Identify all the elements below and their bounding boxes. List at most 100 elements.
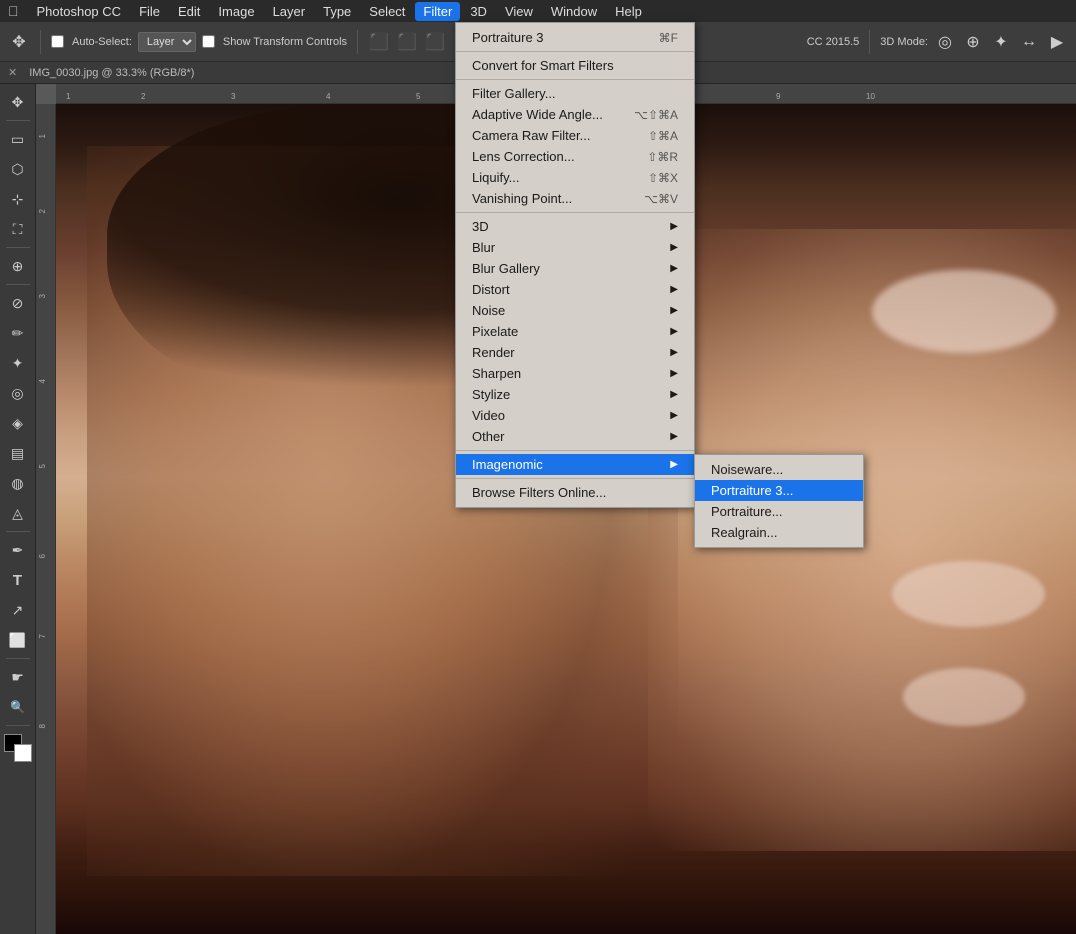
menu-item-convert-smart[interactable]: Convert for Smart Filters [456,55,694,76]
3d-icon-2[interactable]: ⊕ [962,31,984,53]
zoom-tool-btn[interactable]: 🔍 [4,693,32,721]
menu-item-lens-correction[interactable]: Lens Correction... ⇧⌘R [456,146,694,167]
clone-tool-btn[interactable]: ✦ [4,349,32,377]
path-select-tool-btn[interactable]: ↗ [4,596,32,624]
menu-item-distort[interactable]: Distort ▶ [456,279,694,300]
history-tool-btn[interactable]: ◎ [4,379,32,407]
menu-item-vanishing-point[interactable]: Vanishing Point... ⌥⌘V [456,188,694,209]
toolbar-separator-1 [40,30,41,54]
menu-item-blur[interactable]: Blur ▶ [456,237,694,258]
menu-item-adaptive-wide[interactable]: Adaptive Wide Angle... ⌥⇧⌘A [456,104,694,125]
menu-item-liquify[interactable]: Liquify... ⇧⌘X [456,167,694,188]
toolbar-separator-3 [869,30,870,54]
filter-menu: Portraiture 3 ⌘F Convert for Smart Filte… [455,22,695,508]
toolbar-separator-2 [357,30,358,54]
pen-tool-btn[interactable]: ✒ [4,536,32,564]
menu-item-video[interactable]: Video ▶ [456,405,694,426]
3d-icon-1[interactable]: ◎ [934,31,956,53]
menu-label-browse-filters: Browse Filters Online... [472,485,678,500]
tool-separator-2 [6,247,30,248]
auto-select-checkbox[interactable] [51,35,64,48]
eyedropper-tool-btn[interactable]: ⊕ [4,252,32,280]
menu-label-lens-correction: Lens Correction... [472,149,631,164]
menu-item-other[interactable]: Other ▶ [456,426,694,447]
menu-image[interactable]: Image [210,2,262,21]
marquee-tool-btn[interactable]: ▭ [4,125,32,153]
menu-item-render[interactable]: Render ▶ [456,342,694,363]
submenu-label-portraiture3: Portraiture 3... [711,483,793,498]
menu-label-pixelate: Pixelate [472,324,670,339]
3d-icon-5[interactable]: ▶ [1046,31,1068,53]
tab-document[interactable]: IMG_0030.jpg @ 33.3% (RGB/8*) [21,65,202,81]
submenu-label-realgrain: Realgrain... [711,525,777,540]
menu-item-imagenomic[interactable]: Imagenomic ▶ [456,454,694,475]
tool-separator-6 [6,725,30,726]
menu-file[interactable]: File [131,2,168,21]
menu-item-browse-filters[interactable]: Browse Filters Online... [456,482,694,503]
submenu-arrow-blur-gallery: ▶ [670,263,678,274]
submenu-arrow-stylize: ▶ [670,389,678,400]
menu-label-distort: Distort [472,282,670,297]
color-swatch[interactable] [4,734,32,762]
submenu-item-noiseware[interactable]: Noiseware... [695,459,863,480]
menu-item-blur-gallery[interactable]: Blur Gallery ▶ [456,258,694,279]
menu-photoshop[interactable]: Photoshop CC [29,2,130,21]
move-tool-btn[interactable]: ✥ [4,88,32,116]
menu-item-portraiture3-top[interactable]: Portraiture 3 ⌘F [456,27,694,48]
menu-item-sharpen[interactable]: Sharpen ▶ [456,363,694,384]
gradient-tool-btn[interactable]: ▤ [4,439,32,467]
menu-label-stylize: Stylize [472,387,670,402]
menu-item-noise[interactable]: Noise ▶ [456,300,694,321]
shape-tool-btn[interactable]: ⬜ [4,626,32,654]
blur-tool-btn[interactable]: ◍ [4,469,32,497]
submenu-item-portraiture[interactable]: Portraiture... [695,501,863,522]
type-tool-btn[interactable]: T [4,566,32,594]
dodge-tool-btn[interactable]: ◬ [4,499,32,527]
show-transform-checkbox[interactable] [202,35,215,48]
quick-select-tool-btn[interactable]: ⊹ [4,185,32,213]
background-color[interactable] [14,744,32,762]
menu-label-imagenomic: Imagenomic [472,457,670,472]
menu-item-stylize[interactable]: Stylize ▶ [456,384,694,405]
brush-tool-btn[interactable]: ✏ [4,319,32,347]
align-icon-1[interactable]: ⬛ [368,31,390,53]
lasso-tool-btn[interactable]: ⬡ [4,155,32,183]
submenu-arrow-sharpen: ▶ [670,368,678,379]
3d-icon-3[interactable]: ✦ [990,31,1012,53]
align-icon-3[interactable]: ⬛ [424,31,446,53]
menu-label-3d: 3D [472,219,670,234]
eraser-tool-btn[interactable]: ◈ [4,409,32,437]
submenu-item-realgrain[interactable]: Realgrain... [695,522,863,543]
menu-label-liquify: Liquify... [472,170,632,185]
menu-help[interactable]: Help [607,2,650,21]
align-icon-2[interactable]: ⬛ [396,31,418,53]
move-icon[interactable]: ✥ [8,31,30,53]
menu-view[interactable]: View [497,2,541,21]
menu-3d[interactable]: 3D [462,2,495,21]
menu-label-camera-raw: Camera Raw Filter... [472,128,632,143]
menu-label-blur-gallery: Blur Gallery [472,261,670,276]
3d-icon-4[interactable]: ↔ [1018,31,1040,53]
menu-item-filter-gallery[interactable]: Filter Gallery... [456,83,694,104]
healing-tool-btn[interactable]: ⊘ [4,289,32,317]
menu-item-3d[interactable]: 3D ▶ [456,216,694,237]
menu-label-vanishing-point: Vanishing Point... [472,191,628,206]
menu-item-pixelate[interactable]: Pixelate ▶ [456,321,694,342]
menu-type[interactable]: Type [315,2,359,21]
crop-tool-btn[interactable]: ⛶ [4,215,32,243]
submenu-arrow-other: ▶ [670,431,678,442]
menu-item-camera-raw[interactable]: Camera Raw Filter... ⇧⌘A [456,125,694,146]
menu-edit[interactable]: Edit [170,2,208,21]
hand-tool-btn[interactable]: ☛ [4,663,32,691]
menu-label-filter-gallery: Filter Gallery... [472,86,678,101]
menu-filter[interactable]: Filter [415,2,460,21]
menu-window[interactable]: Window [543,2,605,21]
menu-sep-5 [456,478,694,479]
submenu-label-noiseware: Noiseware... [711,462,783,477]
menu-layer[interactable]: Layer [265,2,314,21]
submenu-item-portraiture3[interactable]: Portraiture 3... [695,480,863,501]
menu-select[interactable]: Select [361,2,413,21]
tool-separator-5 [6,658,30,659]
tab-close-icon[interactable]: ✕ [8,66,17,79]
layer-select[interactable]: Layer [138,32,196,52]
